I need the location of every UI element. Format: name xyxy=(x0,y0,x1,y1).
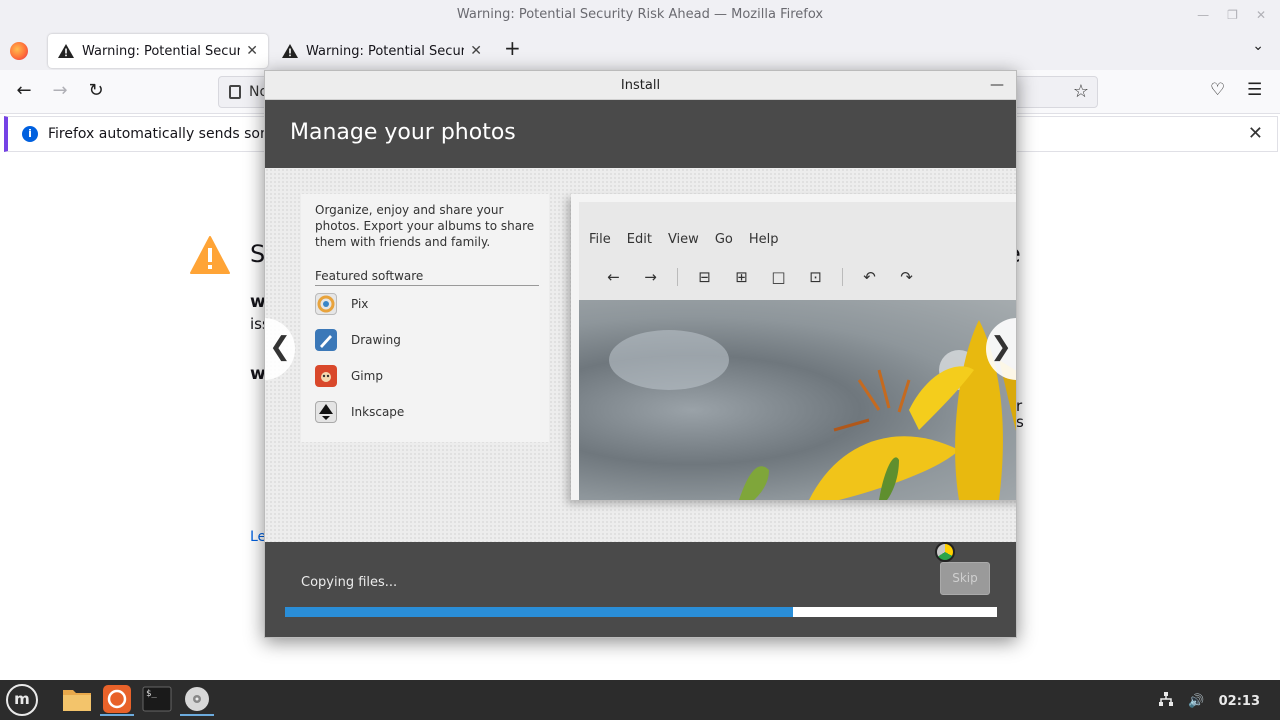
warning-icon xyxy=(282,44,298,58)
bookmark-star-icon[interactable]: ☆ xyxy=(1073,81,1089,102)
app-name: Inkscape xyxy=(351,405,405,419)
minimize-icon[interactable]: — xyxy=(990,71,1004,100)
progress-bar xyxy=(285,607,997,617)
toolbar-separator xyxy=(677,268,678,286)
featured-app-gimp: Gimp xyxy=(315,364,383,388)
files-launcher[interactable] xyxy=(60,684,94,716)
disc-icon xyxy=(185,687,209,711)
clock[interactable]: 02:13 xyxy=(1219,694,1260,709)
lily-photo xyxy=(579,300,1016,500)
installer-progress-area: Copying files... Skip xyxy=(265,542,1016,637)
firefox-menu-icon[interactable] xyxy=(10,42,28,60)
mint-menu-icon[interactable]: m xyxy=(6,684,38,716)
info-icon: i xyxy=(22,126,38,142)
forward-arrow-icon[interactable]: → xyxy=(48,80,72,101)
app-name: Pix xyxy=(351,297,369,311)
rotate-left-icon: ↶ xyxy=(863,268,876,286)
app-name: Gimp xyxy=(351,369,383,383)
window-controls: — ❐ ✕ xyxy=(1197,0,1266,30)
system-tray: 🔊 02:13 xyxy=(1158,691,1260,711)
menu-help: Help xyxy=(748,232,779,247)
screenshot-menubar: File Edit View Go Help xyxy=(589,232,778,247)
slide-title: Manage your photos xyxy=(290,120,516,145)
zoom-in-icon: ⊞ xyxy=(735,268,748,286)
menu-edit: Edit xyxy=(626,232,652,247)
svg-text:$_: $_ xyxy=(146,689,157,699)
pocket-icon[interactable]: ♡ xyxy=(1210,80,1225,100)
menu-view: View xyxy=(667,232,699,247)
slideshow: Organize, enjoy and share your photos. E… xyxy=(265,168,1016,542)
new-tab-icon[interactable]: + xyxy=(504,36,521,60)
firefox-icon xyxy=(103,685,131,713)
menu-go: Go xyxy=(714,232,733,247)
pix-icon xyxy=(315,293,337,315)
app-name: Drawing xyxy=(351,333,401,347)
warning-icon xyxy=(58,44,74,58)
zoom-original-icon: □ xyxy=(771,268,786,286)
skip-button[interactable]: Skip xyxy=(940,562,990,595)
app-menu-icon[interactable]: ☰ xyxy=(1247,80,1262,100)
terminal-icon: $_ xyxy=(142,686,172,712)
tab-close-icon[interactable]: ✕ xyxy=(470,43,482,59)
featured-app-inkscape: Inkscape xyxy=(315,400,404,424)
busy-cursor-icon xyxy=(935,542,955,562)
close-icon[interactable]: ✕ xyxy=(1256,0,1266,30)
inkscape-icon xyxy=(315,401,337,423)
screenshot-toolbar: ← → ⊟ ⊞ □ ⊡ ↶ ↷ xyxy=(595,268,925,286)
zoom-out-icon: ⊟ xyxy=(698,268,711,286)
firefox-launcher[interactable] xyxy=(100,684,134,716)
tab-label: Warning: Potential Security Risk Ahead xyxy=(306,43,465,59)
progress-bar-fill xyxy=(285,607,794,617)
back-arrow-icon[interactable]: ← xyxy=(12,80,36,101)
progress-status-text: Copying files... xyxy=(301,575,398,590)
minimize-icon[interactable]: — xyxy=(1197,0,1209,30)
terminal-launcher[interactable]: $_ xyxy=(140,684,174,716)
back-arrow-icon: ← xyxy=(607,268,620,286)
notification-close-icon[interactable]: ✕ xyxy=(1248,123,1263,144)
installer-window-title: Install xyxy=(620,78,661,93)
featured-app-pix: Pix xyxy=(315,292,368,316)
page-heading-fragment: S xyxy=(250,240,266,268)
taskbar: m $_ 🔊 02:13 xyxy=(0,680,1280,720)
tab-security-warning-1[interactable]: Warning: Potential Security Risk Ahead ✕ xyxy=(48,34,268,68)
tab-strip: Warning: Potential Security Risk Ahead ✕… xyxy=(0,30,1280,70)
featured-software-label: Featured software xyxy=(315,269,539,286)
network-icon[interactable] xyxy=(1158,691,1174,711)
drawing-icon xyxy=(315,329,337,351)
folder-icon xyxy=(63,690,91,711)
tab-close-icon[interactable]: ✕ xyxy=(246,43,258,59)
installer-launcher[interactable] xyxy=(180,684,214,716)
list-all-tabs-icon[interactable]: ⌄ xyxy=(1252,38,1264,54)
featured-app-drawing: Drawing xyxy=(315,328,401,352)
warning-icon xyxy=(190,236,230,274)
rotate-right-icon: ↷ xyxy=(900,268,913,286)
slide-description: Organize, enjoy and share your photos. E… xyxy=(315,203,535,249)
installer-dialog: Install — Manage your photos Organize, e… xyxy=(264,70,1017,638)
window-titlebar: Warning: Potential Security Risk Ahead —… xyxy=(0,0,1280,30)
menu-file: File xyxy=(589,232,611,247)
page-text-fragment: s xyxy=(1016,413,1024,431)
window-title: Warning: Potential Security Risk Ahead —… xyxy=(456,7,824,22)
volume-icon[interactable]: 🔊 xyxy=(1188,694,1204,709)
tab-label: Warning: Potential Security Risk Ahead xyxy=(82,43,241,59)
toolbar-separator xyxy=(842,268,843,286)
tab-security-warning-2[interactable]: Warning: Potential Security Risk Ahead ✕ xyxy=(272,34,492,68)
installer-header: Manage your photos xyxy=(265,100,1016,168)
maximize-icon[interactable]: ❐ xyxy=(1227,0,1238,30)
zoom-fit-icon: ⊡ xyxy=(809,268,822,286)
installer-titlebar: Install — xyxy=(265,71,1016,100)
app-screenshot: File Edit View Go Help ← → ⊟ ⊞ □ ⊡ ↶ ↷ xyxy=(571,194,1016,500)
lock-icon xyxy=(229,85,241,99)
reload-icon[interactable]: ↻ xyxy=(84,80,108,101)
previous-slide-button[interactable]: ❮ xyxy=(265,318,295,380)
forward-arrow-icon: → xyxy=(644,268,657,286)
slide-info-card: Organize, enjoy and share your photos. E… xyxy=(301,194,549,442)
gimp-icon xyxy=(315,365,337,387)
